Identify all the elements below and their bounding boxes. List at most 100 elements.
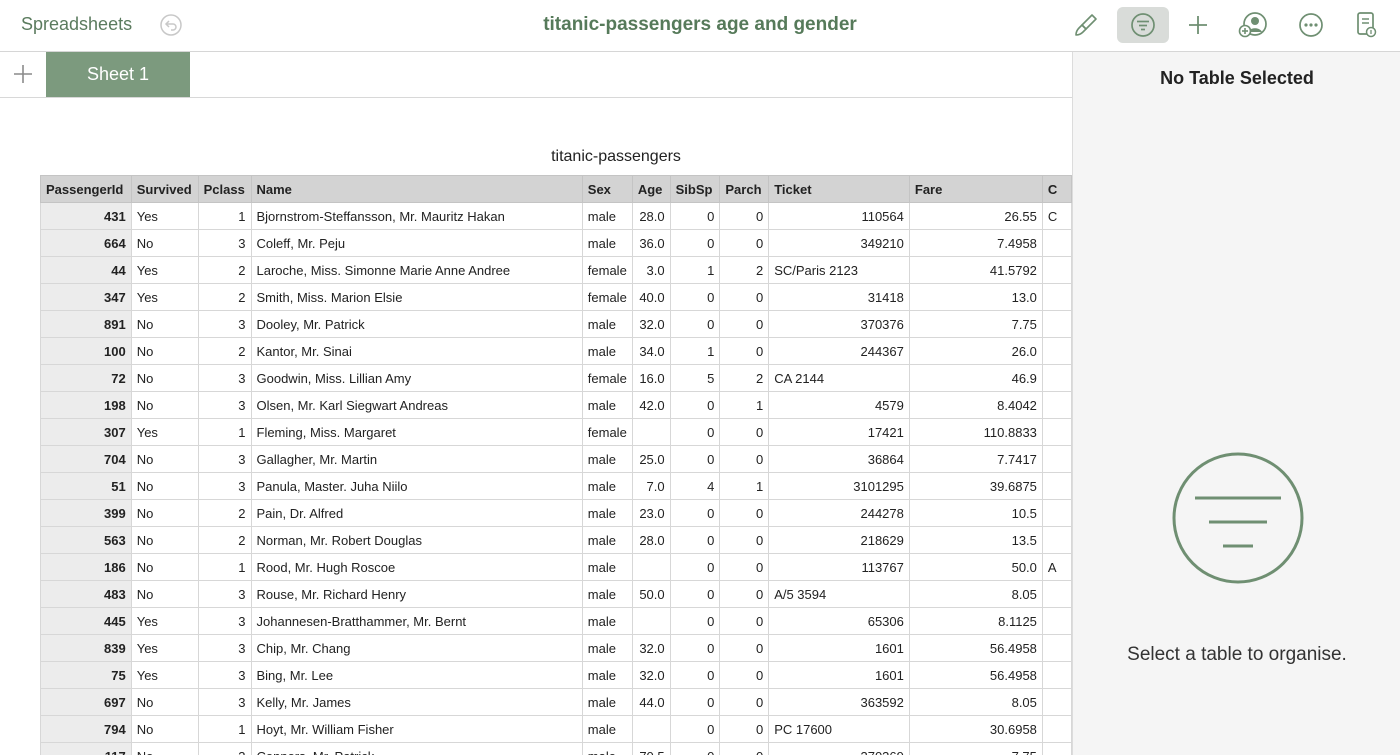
table-cell[interactable]: Connors, Mr. Patrick [250, 742, 583, 755]
table-cell[interactable]: 891 [40, 310, 132, 338]
table-cell[interactable]: No [130, 715, 199, 743]
table-cell[interactable]: No [130, 526, 199, 554]
table-cell[interactable]: 3 [197, 742, 252, 755]
table-cell[interactable]: 218629 [768, 526, 910, 554]
table-cell[interactable]: 42.0 [631, 391, 671, 419]
table-row[interactable]: 664 No 3 Coleff, Mr. Peju male 36.0 0 0 349210 7.… [40, 229, 1072, 257]
table-cell[interactable]: No [130, 337, 199, 365]
table-cell[interactable]: 3 [197, 229, 252, 257]
table-cell[interactable]: 3 [197, 445, 252, 473]
table-cell[interactable]: 46.9 [908, 364, 1043, 392]
table-cell[interactable]: 2 [197, 283, 252, 311]
table-cell[interactable]: 349210 [768, 229, 910, 257]
table-cell[interactable]: 7.75 [908, 310, 1043, 338]
table-cell[interactable]: Kelly, Mr. James [250, 688, 583, 716]
table-cell[interactable] [1041, 688, 1072, 716]
table-cell[interactable]: 7.75 [908, 742, 1043, 755]
table-cell[interactable] [1041, 742, 1072, 755]
table-cell[interactable]: 0 [719, 310, 770, 338]
table-cell[interactable]: 0 [719, 418, 770, 446]
table-cell[interactable]: Fleming, Miss. Margaret [250, 418, 583, 446]
collaborate-icon[interactable] [1228, 7, 1278, 43]
table-cell[interactable]: male [581, 580, 633, 608]
table-cell[interactable]: 839 [40, 634, 132, 662]
table-cell[interactable]: 44.0 [631, 688, 671, 716]
table-cell[interactable]: Bing, Mr. Lee [250, 661, 583, 689]
table-cell[interactable]: 0 [669, 715, 721, 743]
table-cell[interactable]: No [130, 580, 199, 608]
table-row[interactable]: 198 No 3 Olsen, Mr. Karl Siegwart Andreas ma… [40, 391, 1072, 419]
table-row[interactable]: 704 No 3 Gallagher, Mr. Martin male 25.0 0 0 368… [40, 445, 1072, 473]
table-cell[interactable]: 75 [40, 661, 132, 689]
table-cell[interactable]: Yes [130, 607, 199, 635]
table-cell[interactable]: No [130, 688, 199, 716]
table-cell[interactable]: 3 [197, 634, 252, 662]
table-cell[interactable]: 3 [197, 391, 252, 419]
column-header[interactable]: PassengerId [40, 175, 132, 203]
table-cell[interactable]: 2 [197, 256, 252, 284]
table-cell[interactable]: 0 [719, 688, 770, 716]
table-cell[interactable]: Rood, Mr. Hugh Roscoe [250, 553, 583, 581]
table-cell[interactable]: 4 [669, 472, 721, 500]
table-cell[interactable]: 186 [40, 553, 132, 581]
table-cell[interactable] [1041, 445, 1072, 473]
column-header[interactable]: Sex [581, 175, 633, 203]
table-cell[interactable]: 110564 [768, 202, 910, 230]
table-cell[interactable]: 70.5 [631, 742, 671, 755]
table-title[interactable]: titanic-passengers [0, 148, 1072, 166]
table-cell[interactable]: 7.4958 [908, 229, 1043, 257]
table-cell[interactable]: 72 [40, 364, 132, 392]
column-header[interactable]: Survived [130, 175, 199, 203]
table-cell[interactable]: male [581, 607, 633, 635]
table-cell[interactable]: 3.0 [631, 256, 671, 284]
table-cell[interactable]: Pain, Dr. Alfred [250, 499, 583, 527]
table-cell[interactable] [1041, 634, 1072, 662]
table-cell[interactable]: 307 [40, 418, 132, 446]
table-cell[interactable]: male [581, 229, 633, 257]
table-cell[interactable] [631, 715, 671, 743]
table-cell[interactable] [1041, 256, 1072, 284]
table-cell[interactable]: Johannesen-Bratthammer, Mr. Bernt [250, 607, 583, 635]
table-cell[interactable]: 26.55 [908, 202, 1043, 230]
table-cell[interactable]: 0 [669, 499, 721, 527]
table-cell[interactable]: PC 17600 [768, 715, 910, 743]
table-cell[interactable] [631, 418, 671, 446]
table-cell[interactable]: 0 [669, 229, 721, 257]
table-row[interactable]: 75 Yes 3 Bing, Mr. Lee male 32.0 0 0 1601 56.4958 [40, 661, 1072, 689]
table-cell[interactable]: male [581, 202, 633, 230]
tab-sheet-1[interactable]: Sheet 1 [46, 52, 190, 97]
back-to-spreadsheets-link[interactable]: Spreadsheets [21, 14, 132, 35]
table-cell[interactable]: male [581, 445, 633, 473]
table-cell[interactable]: 0 [719, 283, 770, 311]
table-cell[interactable]: 0 [669, 688, 721, 716]
table-cell[interactable] [1041, 607, 1072, 635]
table-cell[interactable]: C [1041, 202, 1072, 230]
table-cell[interactable]: 0 [669, 526, 721, 554]
table-cell[interactable]: 56.4958 [908, 661, 1043, 689]
column-header[interactable]: Name [250, 175, 583, 203]
table-cell[interactable]: Smith, Miss. Marion Elsie [250, 283, 583, 311]
table-cell[interactable]: No [130, 445, 199, 473]
table-cell[interactable]: female [581, 418, 633, 446]
table-cell[interactable]: 3 [197, 607, 252, 635]
table-row[interactable]: 794 No 1 Hoyt, Mr. William Fisher male 0 0 PC 1… [40, 715, 1072, 743]
table-row[interactable]: 117No3Connors, Mr. Patrickmale70.5003703… [40, 742, 1072, 755]
table-cell[interactable]: 28.0 [631, 202, 671, 230]
more-icon[interactable] [1286, 7, 1336, 43]
table-cell[interactable]: 36864 [768, 445, 910, 473]
table-cell[interactable]: 0 [719, 661, 770, 689]
table-cell[interactable]: 1 [719, 391, 770, 419]
table-cell[interactable] [1041, 499, 1072, 527]
table-cell[interactable] [631, 553, 671, 581]
paintbrush-icon[interactable] [1061, 7, 1111, 43]
document-icon[interactable] [1341, 7, 1391, 43]
table-cell[interactable]: 0 [719, 553, 770, 581]
table-cell[interactable]: 0 [669, 661, 721, 689]
table-cell[interactable]: 399 [40, 499, 132, 527]
table-cell[interactable]: 3 [197, 661, 252, 689]
table-cell[interactable]: 697 [40, 688, 132, 716]
table-cell[interactable]: No [130, 364, 199, 392]
table-cell[interactable]: Panula, Master. Juha Niilo [250, 472, 583, 500]
table-cell[interactable]: No [130, 229, 199, 257]
table-cell[interactable]: 50.0 [631, 580, 671, 608]
